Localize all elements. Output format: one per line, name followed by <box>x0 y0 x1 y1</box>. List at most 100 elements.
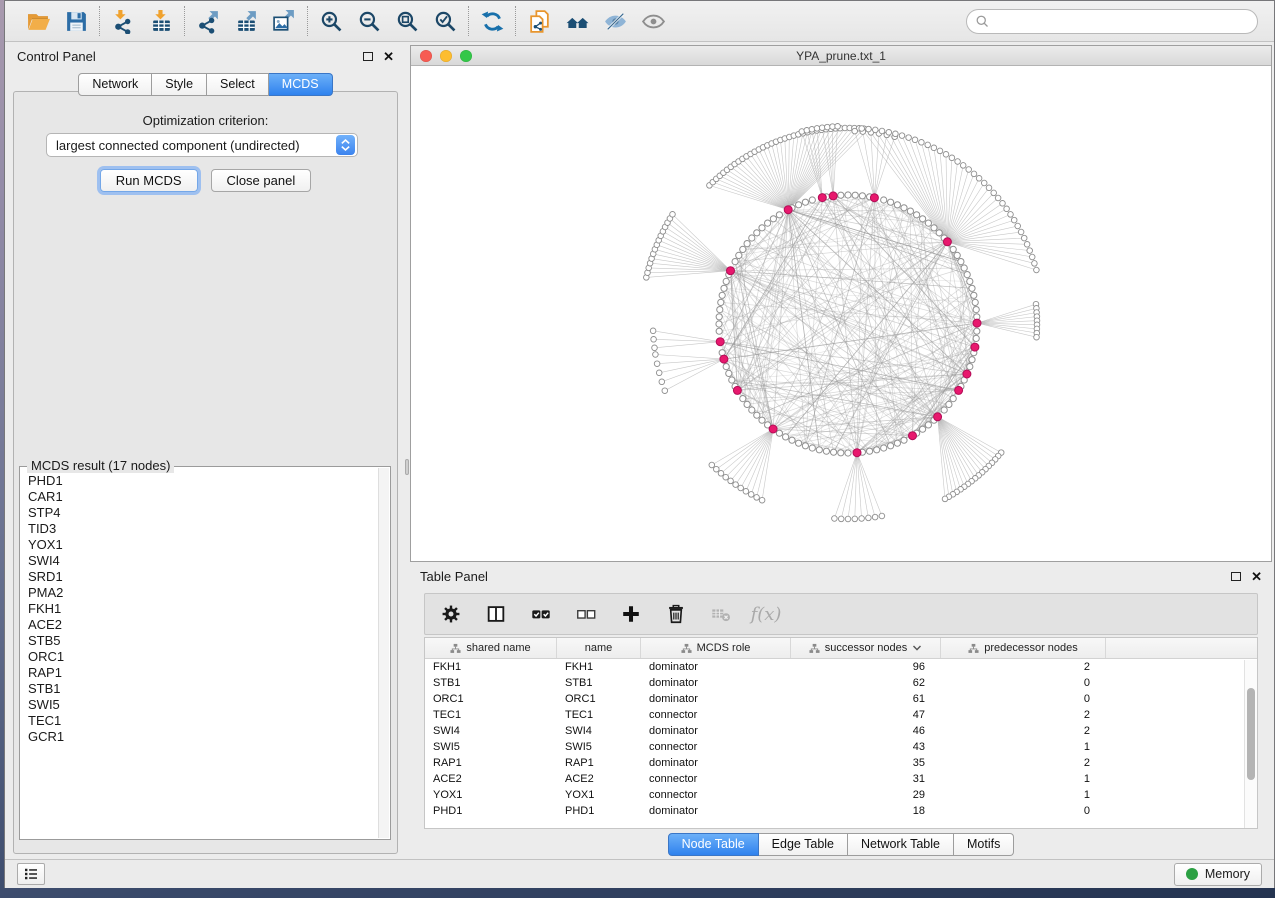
gear-icon[interactable] <box>439 602 463 626</box>
table-cell[interactable]: YOX1 <box>425 787 557 803</box>
column-header-name[interactable]: name <box>557 638 641 658</box>
table-row[interactable]: ACE2ACE2connector311 <box>425 771 1257 787</box>
network-hub-node[interactable] <box>769 425 777 433</box>
mcds-result-item[interactable]: FKH1 <box>28 601 378 617</box>
network-hub-node[interactable] <box>870 194 878 202</box>
network-hub-node[interactable] <box>720 355 728 363</box>
table-row[interactable]: TEC1TEC1connector472 <box>425 707 1257 723</box>
mcds-result-item[interactable]: ACE2 <box>28 617 378 633</box>
mcds-result-item[interactable]: TEC1 <box>28 713 378 729</box>
table-cell[interactable]: 2 <box>941 755 1106 771</box>
network-hub-node[interactable] <box>716 338 724 346</box>
table-cell[interactable]: 62 <box>791 675 941 691</box>
table-cell[interactable]: dominator <box>641 803 791 819</box>
first-neighbors-icon[interactable] <box>564 8 590 34</box>
table-cell[interactable]: STB1 <box>557 675 641 691</box>
table-cell[interactable]: ORC1 <box>557 691 641 707</box>
table-scrollbar[interactable] <box>1244 660 1257 828</box>
mcds-result-item[interactable]: STB5 <box>28 633 378 649</box>
table-tab-motifs[interactable]: Motifs <box>954 833 1014 856</box>
table-cell[interactable]: connector <box>641 707 791 723</box>
tab-style[interactable]: Style <box>152 73 207 96</box>
zoom-fit-icon[interactable] <box>394 8 420 34</box>
network-hub-node[interactable] <box>909 432 917 440</box>
table-cell[interactable]: SWI4 <box>425 723 557 739</box>
hide-selected-icon[interactable] <box>602 8 628 34</box>
table-cell[interactable]: ORC1 <box>425 691 557 707</box>
table-cell[interactable]: FKH1 <box>425 659 557 675</box>
search-input[interactable] <box>966 9 1258 34</box>
network-hub-node[interactable] <box>955 386 963 394</box>
table-cell[interactable]: SWI5 <box>425 739 557 755</box>
network-hub-node[interactable] <box>818 194 826 202</box>
table-cell[interactable]: dominator <box>641 755 791 771</box>
tab-mcds[interactable]: MCDS <box>269 73 333 96</box>
table-tab-network-table[interactable]: Network Table <box>848 833 954 856</box>
table-cell[interactable]: dominator <box>641 675 791 691</box>
float-table-panel-icon[interactable] <box>1231 572 1241 581</box>
tab-network[interactable]: Network <box>78 73 152 96</box>
mcds-result-item[interactable]: RAP1 <box>28 665 378 681</box>
table-cell[interactable]: dominator <box>641 659 791 675</box>
network-hub-node[interactable] <box>784 206 792 214</box>
table-cell[interactable]: FKH1 <box>557 659 641 675</box>
table-cell[interactable]: 29 <box>791 787 941 803</box>
network-hub-node[interactable] <box>963 370 971 378</box>
table-cell[interactable]: ACE2 <box>425 771 557 787</box>
mcds-result-item[interactable]: PMA2 <box>28 585 378 601</box>
mcds-result-item[interactable]: SWI5 <box>28 697 378 713</box>
table-row[interactable]: SWI4SWI4dominator462 <box>425 723 1257 739</box>
column-header-predecessor-nodes[interactable]: predecessor nodes <box>941 638 1106 658</box>
network-hub-node[interactable] <box>829 192 837 200</box>
table-cell[interactable]: 61 <box>791 691 941 707</box>
table-tab-node-table[interactable]: Node Table <box>668 833 759 856</box>
table-cell[interactable]: STB1 <box>425 675 557 691</box>
table-cell[interactable]: 0 <box>941 691 1106 707</box>
network-hub-node[interactable] <box>727 267 735 275</box>
table-cell[interactable]: 47 <box>791 707 941 723</box>
export-table-icon[interactable] <box>233 8 259 34</box>
add-icon[interactable] <box>619 602 643 626</box>
close-panel-button[interactable]: Close panel <box>211 169 312 192</box>
mcds-result-item[interactable]: YOX1 <box>28 537 378 553</box>
mcds-result-item[interactable]: TID3 <box>28 521 378 537</box>
close-table-panel-icon[interactable]: ✕ <box>1251 570 1262 583</box>
table-row[interactable]: ORC1ORC1dominator610 <box>425 691 1257 707</box>
refresh-icon[interactable] <box>479 8 505 34</box>
table-row[interactable]: RAP1RAP1dominator352 <box>425 755 1257 771</box>
table-tab-edge-table[interactable]: Edge Table <box>759 833 848 856</box>
table-cell[interactable]: 1 <box>941 771 1106 787</box>
duplicate-network-icon[interactable] <box>526 8 552 34</box>
deselect-all-icon[interactable] <box>574 602 598 626</box>
splitter-grip[interactable] <box>405 459 409 475</box>
table-cell[interactable]: PHD1 <box>557 803 641 819</box>
table-cell[interactable]: PHD1 <box>425 803 557 819</box>
table-cell[interactable]: 1 <box>941 787 1106 803</box>
memory-button[interactable]: Memory <box>1174 863 1262 886</box>
table-cell[interactable]: 2 <box>941 659 1106 675</box>
import-table-icon[interactable] <box>148 8 174 34</box>
select-all-icon[interactable] <box>529 602 553 626</box>
table-row[interactable]: FKH1FKH1dominator962 <box>425 659 1257 675</box>
table-row[interactable]: YOX1YOX1connector291 <box>425 787 1257 803</box>
table-cell[interactable]: 18 <box>791 803 941 819</box>
table-cell[interactable]: 46 <box>791 723 941 739</box>
table-cell[interactable]: 1 <box>941 739 1106 755</box>
table-row[interactable]: STB1STB1dominator620 <box>425 675 1257 691</box>
table-cell[interactable]: ACE2 <box>557 771 641 787</box>
export-network-icon[interactable] <box>195 8 221 34</box>
table-cell[interactable]: dominator <box>641 691 791 707</box>
table-cell[interactable]: connector <box>641 739 791 755</box>
network-canvas[interactable] <box>411 66 1271 561</box>
float-panel-icon[interactable] <box>363 52 373 61</box>
show-all-icon[interactable] <box>640 8 666 34</box>
mcds-result-item[interactable]: PHD1 <box>28 473 378 489</box>
table-cell[interactable]: YOX1 <box>557 787 641 803</box>
table-row[interactable]: PHD1PHD1dominator180 <box>425 803 1257 819</box>
mcds-result-scrollbar[interactable] <box>378 468 389 838</box>
table-cell[interactable]: 2 <box>941 723 1106 739</box>
table-cell[interactable]: 2 <box>941 707 1106 723</box>
network-hub-node[interactable] <box>853 449 861 457</box>
zoom-selected-icon[interactable] <box>432 8 458 34</box>
table-cell[interactable]: connector <box>641 771 791 787</box>
